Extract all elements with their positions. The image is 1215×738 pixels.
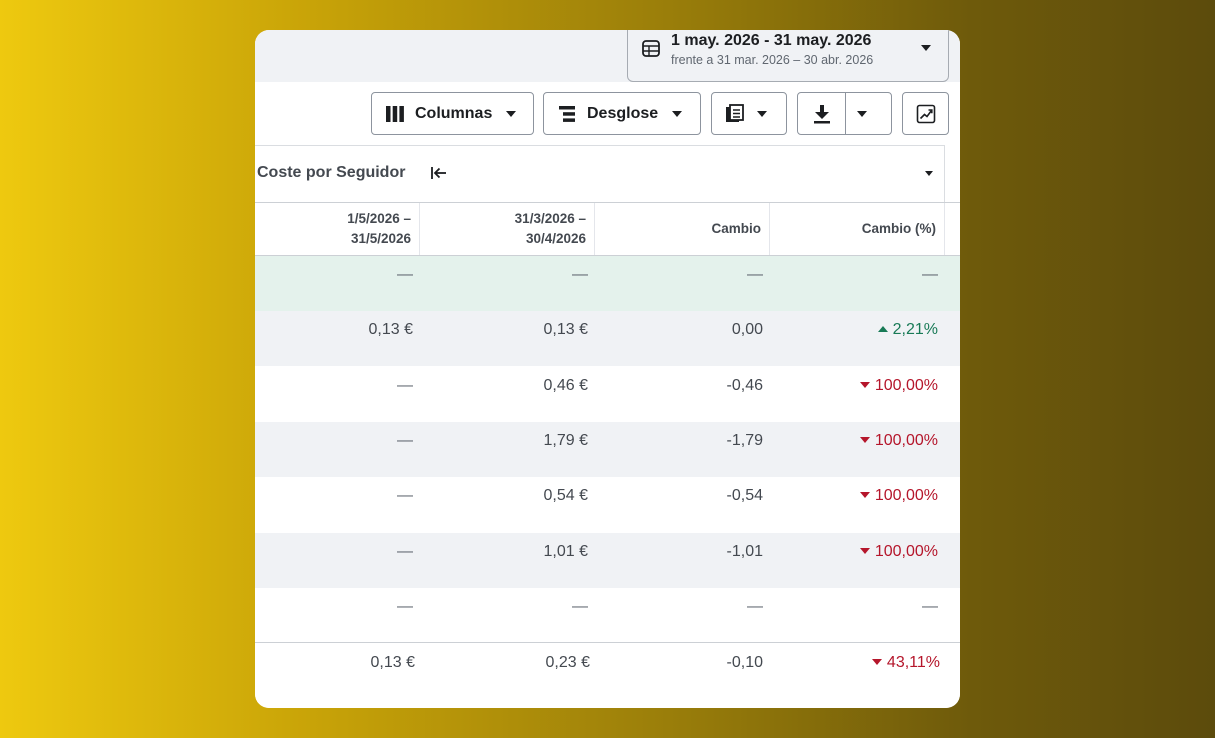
chevron-down-icon xyxy=(506,110,517,117)
current-value: 0,13 € xyxy=(368,321,413,338)
chevron-down-icon xyxy=(672,110,683,117)
columns-button[interactable]: Columnas xyxy=(371,92,534,135)
change-pct-value: 100,00% xyxy=(874,432,938,449)
change-value: — xyxy=(747,598,763,615)
change-pct-value: 100,00% xyxy=(874,487,938,504)
trend-down-icon xyxy=(859,437,870,443)
table-row[interactable]: — 1,01 € -1,01 100,00% xyxy=(255,533,960,588)
ads-report-card: 1 may. 2026 - 31 may. 2026 frente a 31 m… xyxy=(255,30,960,708)
table-row[interactable]: 0,13 € 0,13 € 0,00 2,21% xyxy=(255,311,960,366)
change-pct-value: 43,11% xyxy=(886,654,940,671)
change-pct-value: 100,00% xyxy=(874,543,938,560)
table-row[interactable]: — — — — xyxy=(255,588,960,643)
change-pct-cell: 2,21% xyxy=(877,321,938,339)
split-divider xyxy=(845,93,846,134)
metric-group-header: Coste por Seguidor xyxy=(255,145,945,202)
columns-icon xyxy=(386,105,404,122)
trend-down-icon xyxy=(859,492,870,498)
trend-down-icon xyxy=(859,382,870,388)
date-compare-label: frente a 31 mar. 2026 – 30 abr. 2026 xyxy=(671,53,874,67)
change-value: — xyxy=(747,266,763,283)
change-value: 0,00 xyxy=(731,321,763,338)
table-row[interactable]: — — — — xyxy=(255,256,960,311)
trend-down-icon xyxy=(871,659,882,665)
previous-value: 0,13 € xyxy=(543,321,588,338)
metric-title: Coste por Seguidor xyxy=(257,164,406,181)
calendar-table-icon xyxy=(642,40,660,57)
trend-up-icon xyxy=(877,326,888,332)
total-change-value: -0,10 xyxy=(726,654,763,671)
change-pct-value: 100,00% xyxy=(874,377,938,394)
total-change-pct-cell: 43,11% xyxy=(871,654,940,672)
table-row[interactable]: — 0,54 € -0,54 100,00% xyxy=(255,477,960,532)
date-range-label: 1 may. 2026 - 31 may. 2026 xyxy=(671,32,872,49)
change-pct-cell: 100,00% xyxy=(859,377,938,395)
column-header-line: Cambio xyxy=(711,221,761,236)
column-header-previous[interactable]: 31/3/2026 – 30/4/2026 xyxy=(420,203,595,255)
current-value: — xyxy=(397,266,413,283)
previous-value: 0,54 € xyxy=(543,487,588,504)
previous-value: 1,01 € xyxy=(543,543,588,560)
total-previous-value: 0,23 € xyxy=(545,654,590,671)
collapse-left-icon[interactable] xyxy=(430,165,448,181)
current-value: — xyxy=(397,432,413,449)
change-pct-value: 2,21% xyxy=(892,321,938,338)
chevron-down-icon[interactable] xyxy=(857,110,867,117)
chart-view-button[interactable] xyxy=(902,92,949,135)
change-pct-cell: 100,00% xyxy=(859,543,938,561)
current-value: — xyxy=(397,487,413,504)
totals-row: 0,13 € 0,23 € -0,10 43,11% xyxy=(255,642,960,708)
column-header-current[interactable]: 1/5/2026 – 31/5/2026 xyxy=(255,203,420,255)
column-header-line: Cambio (%) xyxy=(861,221,936,236)
change-pct-cell: — xyxy=(922,266,938,283)
previous-value: — xyxy=(572,266,588,283)
total-current-value: 0,13 € xyxy=(370,654,415,671)
column-header-change[interactable]: Cambio xyxy=(595,203,770,255)
columns-label: Columnas xyxy=(415,104,493,122)
export-button[interactable] xyxy=(797,92,892,135)
reports-icon xyxy=(726,103,744,122)
previous-value: 0,46 € xyxy=(543,377,588,394)
breakdown-label: Desglose xyxy=(587,104,659,122)
table-row[interactable]: — 0,46 € -0,46 100,00% xyxy=(255,367,960,422)
chevron-down-icon xyxy=(757,110,767,117)
column-header-line: 31/5/2026 xyxy=(350,231,411,246)
change-value: -0,54 xyxy=(726,487,763,504)
column-header-change-pct[interactable]: Cambio (%) xyxy=(770,203,945,255)
trend-chart-icon xyxy=(916,104,935,123)
current-value: — xyxy=(397,543,413,560)
breakdown-button[interactable]: Desglose xyxy=(543,92,701,135)
previous-value: — xyxy=(572,598,588,615)
chevron-down-icon[interactable] xyxy=(925,171,933,176)
column-header-line: 1/5/2026 – xyxy=(347,211,411,226)
table-column-headers: 1/5/2026 – 31/5/2026 31/3/2026 – 30/4/2026… xyxy=(255,202,960,256)
trend-down-icon xyxy=(859,548,870,554)
current-value: — xyxy=(397,377,413,394)
chevron-down-icon xyxy=(921,45,931,51)
change-value: -1,01 xyxy=(726,543,763,560)
breakdown-icon xyxy=(559,105,575,122)
download-icon xyxy=(814,104,830,123)
change-value: -0,46 xyxy=(726,377,763,394)
previous-value: 1,79 € xyxy=(543,432,588,449)
change-value: -1,79 xyxy=(726,432,763,449)
reports-button[interactable] xyxy=(711,92,787,135)
change-pct-cell: 100,00% xyxy=(859,487,938,505)
table-row[interactable]: — 1,79 € -1,79 100,00% xyxy=(255,422,960,477)
change-pct-cell: 100,00% xyxy=(859,432,938,450)
date-range-picker[interactable]: 1 may. 2026 - 31 may. 2026 frente a 31 m… xyxy=(627,30,949,82)
column-header-line: 31/3/2026 – xyxy=(514,211,586,226)
current-value: — xyxy=(397,598,413,615)
change-pct-cell: — xyxy=(922,598,938,615)
column-header-line: 30/4/2026 xyxy=(525,231,586,246)
